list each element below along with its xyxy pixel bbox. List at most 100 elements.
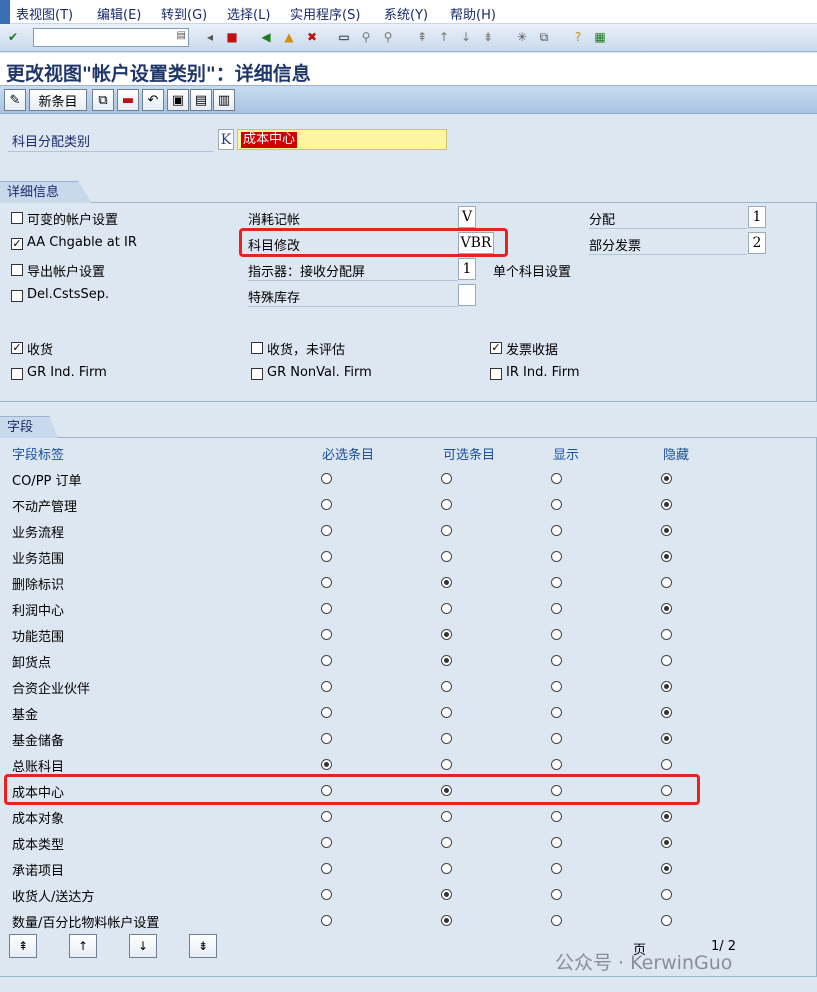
radio-display[interactable]	[551, 863, 562, 874]
radio-required[interactable]	[321, 681, 332, 692]
radio-optional[interactable]	[441, 837, 452, 848]
edit-toggle-icon[interactable]: ✎	[4, 89, 26, 111]
radio-required[interactable]	[321, 863, 332, 874]
check-icon[interactable]: ✔	[5, 29, 21, 45]
radio-suppress[interactable]	[661, 577, 672, 588]
radio-display[interactable]	[551, 681, 562, 692]
distribution-field[interactable]: 1	[748, 206, 766, 228]
radio-optional[interactable]	[441, 707, 452, 718]
shortcut-icon[interactable]: ⧉	[536, 29, 552, 45]
radio-optional[interactable]	[441, 499, 452, 510]
exit-icon[interactable]: ▲	[281, 29, 297, 45]
delete-icon[interactable]: ▬	[117, 89, 139, 111]
radio-display[interactable]	[551, 525, 562, 536]
menu-item-table-view[interactable]: 表视图(T)	[16, 4, 73, 23]
find-next-icon[interactable]: ⚲	[380, 29, 396, 45]
radio-required[interactable]	[321, 915, 332, 926]
radio-display[interactable]	[551, 759, 562, 770]
select-block-icon[interactable]: ▤	[190, 89, 212, 111]
cancel-icon[interactable]: ✖	[304, 29, 320, 45]
radio-suppress[interactable]	[661, 837, 672, 848]
radio-suppress[interactable]	[661, 915, 672, 926]
layout-icon[interactable]: ▦	[592, 29, 608, 45]
category-name-field[interactable]: 成本中心	[237, 129, 447, 150]
radio-required[interactable]	[321, 811, 332, 822]
radio-optional[interactable]	[441, 577, 452, 588]
menu-item-select[interactable]: 选择(L)	[227, 4, 270, 23]
new-entries-button[interactable]: 新条目	[29, 89, 87, 111]
radio-suppress[interactable]	[661, 707, 672, 718]
radio-required[interactable]	[321, 837, 332, 848]
prev-page-button[interactable]: ↑	[69, 934, 97, 958]
menu-item-goto[interactable]: 转到(G)	[161, 4, 207, 23]
radio-required[interactable]	[321, 629, 332, 640]
partial-invoice-field[interactable]: 2	[748, 232, 766, 254]
radio-optional[interactable]	[441, 811, 452, 822]
radio-display[interactable]	[551, 837, 562, 848]
radio-suppress[interactable]	[661, 551, 672, 562]
first-page-icon[interactable]: ⇞	[414, 29, 430, 45]
menu-item-edit[interactable]: 编辑(E)	[97, 4, 141, 23]
save-icon[interactable]: ■	[224, 29, 240, 45]
radio-suppress[interactable]	[661, 759, 672, 770]
radio-display[interactable]	[551, 603, 562, 614]
radio-required[interactable]	[321, 733, 332, 744]
menu-item-utilities[interactable]: 实用程序(S)	[290, 4, 360, 23]
new-session-icon[interactable]: ✳	[514, 29, 530, 45]
radio-optional[interactable]	[441, 759, 452, 770]
gr-nonval-firm-checkbox[interactable]	[251, 368, 263, 380]
select-all-icon[interactable]: ▣	[167, 89, 189, 111]
radio-display[interactable]	[551, 707, 562, 718]
gr-ind-firm-checkbox[interactable]	[11, 368, 23, 380]
last-page-icon[interactable]: ⇟	[480, 29, 496, 45]
radio-required[interactable]	[321, 707, 332, 718]
radio-suppress[interactable]	[661, 499, 672, 510]
radio-display[interactable]	[551, 655, 562, 666]
radio-optional[interactable]	[441, 863, 452, 874]
radio-suppress[interactable]	[661, 811, 672, 822]
aa-chgable-checkbox[interactable]: ✓	[11, 238, 23, 250]
radio-display[interactable]	[551, 577, 562, 588]
radio-display[interactable]	[551, 551, 562, 562]
radio-optional[interactable]	[441, 655, 452, 666]
radio-display[interactable]	[551, 915, 562, 926]
radio-optional[interactable]	[441, 889, 452, 900]
radio-required[interactable]	[321, 889, 332, 900]
first-page-button[interactable]: ⇞	[9, 934, 37, 958]
radio-suppress[interactable]	[661, 889, 672, 900]
radio-display[interactable]	[551, 733, 562, 744]
radio-suppress[interactable]	[661, 629, 672, 640]
radio-optional[interactable]	[441, 551, 452, 562]
radio-suppress[interactable]	[661, 681, 672, 692]
derive-account-checkbox[interactable]	[11, 264, 23, 276]
deselect-all-icon[interactable]: ▥	[213, 89, 235, 111]
menu-item-help[interactable]: 帮助(H)	[450, 4, 496, 23]
invoice-receipt-checkbox[interactable]: ✓	[490, 342, 502, 354]
radio-optional[interactable]	[441, 473, 452, 484]
radio-display[interactable]	[551, 473, 562, 484]
arrow-left-icon[interactable]: ◂	[202, 29, 218, 45]
radio-display[interactable]	[551, 811, 562, 822]
next-page-button[interactable]: ↓	[129, 934, 157, 958]
radio-suppress[interactable]	[661, 603, 672, 614]
radio-required[interactable]	[321, 551, 332, 562]
consumption-posting-field[interactable]: V	[458, 206, 476, 228]
copy-icon[interactable]: ⧉	[92, 89, 114, 111]
radio-display[interactable]	[551, 889, 562, 900]
last-page-button[interactable]: ⇟	[189, 934, 217, 958]
radio-optional[interactable]	[441, 915, 452, 926]
radio-suppress[interactable]	[661, 525, 672, 536]
menu-item-system[interactable]: 系统(Y)	[384, 4, 428, 23]
gr-non-valuated-checkbox[interactable]	[251, 342, 263, 354]
del-cstssep-checkbox[interactable]	[11, 290, 23, 302]
print-icon[interactable]: ▭	[336, 29, 352, 45]
next-page-icon[interactable]: ↓	[458, 29, 474, 45]
radio-optional[interactable]	[441, 629, 452, 640]
radio-required[interactable]	[321, 655, 332, 666]
radio-display[interactable]	[551, 499, 562, 510]
help-icon[interactable]: ?	[570, 29, 586, 45]
find-icon[interactable]: ⚲	[358, 29, 374, 45]
radio-required[interactable]	[321, 525, 332, 536]
radio-suppress[interactable]	[661, 733, 672, 744]
acct-assignment-screen-field[interactable]: 1	[458, 258, 476, 280]
